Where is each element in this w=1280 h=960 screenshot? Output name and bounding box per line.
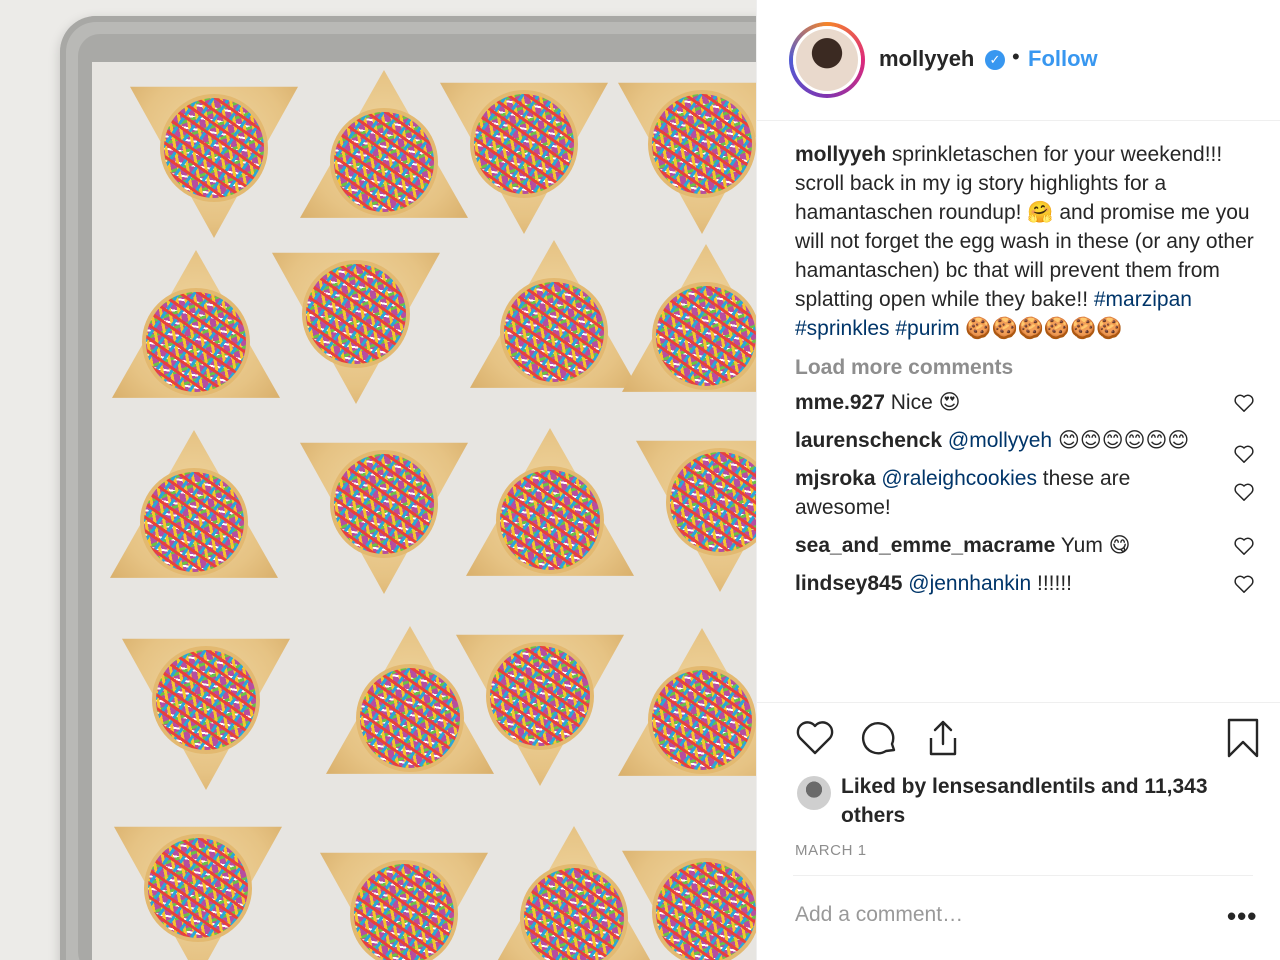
bookmark-icon[interactable] [1221, 716, 1265, 760]
comment-like-heart-icon[interactable] [1233, 574, 1255, 594]
post-author-username[interactable]: mollyyeh [879, 46, 974, 72]
caption-username[interactable]: mollyyeh [795, 143, 886, 166]
comment-username[interactable]: mjsroka [795, 467, 876, 490]
hamantaschen-cookie [618, 66, 756, 234]
post-date[interactable]: MARCH 1 [795, 842, 867, 859]
hamantaschen-cookie [122, 622, 290, 790]
verified-badge-icon: ✓ [985, 50, 1005, 70]
share-icon[interactable] [921, 716, 965, 760]
comment-row: laurenschenck @mollyyeh 😊😊😊😊😊😊 [795, 426, 1255, 463]
post-side-panel: mollyyeh ✓ • Follow mollyyeh sprinkletas… [756, 0, 1280, 960]
action-bar [793, 716, 1259, 764]
hamantaschen-cookie [618, 628, 756, 796]
post-header: mollyyeh ✓ • Follow [757, 0, 1280, 121]
comment-username[interactable]: lindsey845 [795, 572, 902, 595]
comment-row: mme.927 Nice 😍 [795, 388, 1255, 417]
follow-button[interactable]: Follow [1028, 46, 1098, 72]
comment-text: Nice 😍 [890, 391, 961, 414]
comment-like-heart-icon[interactable] [1233, 536, 1255, 556]
comment-mention[interactable]: @jennhankin [908, 572, 1031, 595]
post-photo[interactable] [0, 0, 756, 960]
comment-text: Yum 😋 [1060, 534, 1131, 557]
comment-username[interactable]: laurenschenck [795, 429, 942, 452]
hamantaschen-cookie [114, 810, 282, 960]
post-caption: mollyyeh sprinkletaschen for your weeken… [795, 140, 1255, 343]
liker-avatar[interactable] [797, 776, 831, 810]
hamantaschen-cookie [470, 240, 638, 408]
caption-emojis: 🍪🍪🍪🍪🍪🍪 [965, 317, 1123, 340]
add-comment-input[interactable]: Add a comment… [795, 903, 1175, 927]
comment-like-heart-icon[interactable] [1233, 444, 1255, 464]
comment-row: sea_and_emme_macrame Yum 😋 [795, 531, 1255, 560]
comment-text: !!!!!! [1037, 572, 1073, 595]
comment-input-divider [793, 875, 1253, 876]
comment-icon[interactable] [857, 716, 901, 760]
comment-like-heart-icon[interactable] [1233, 393, 1255, 413]
hamantaschen-cookie [110, 430, 278, 598]
hamantaschen-cookie [300, 426, 468, 594]
hamantaschen-cookie [112, 250, 280, 418]
hamantaschen-cookie [130, 70, 298, 238]
caption-text: sprinkletaschen for your weekend!!! scro… [795, 143, 1254, 311]
hamantaschen-cookie [272, 236, 440, 404]
comment-mention[interactable]: @raleighcookies [881, 467, 1037, 490]
comment-row: mjsroka @raleighcookies these are awesom… [795, 464, 1255, 522]
section-divider [757, 702, 1280, 703]
header-separator: • [1012, 44, 1020, 69]
comment-username[interactable]: sea_and_emme_macrame [795, 534, 1055, 557]
load-more-comments-button[interactable]: Load more comments [795, 353, 1255, 382]
hamantaschen-cookie [466, 428, 634, 596]
hamantaschen-cookie [320, 836, 488, 960]
comment-like-heart-icon[interactable] [1233, 482, 1255, 502]
hamantaschen-cookie [622, 244, 756, 412]
hamantaschen-cookie [622, 834, 756, 960]
comment-username[interactable]: mme.927 [795, 391, 885, 414]
hamantaschen-cookie [440, 66, 608, 234]
more-options-icon[interactable]: ••• [1227, 901, 1257, 932]
comment-row: lindsey845 @jennhankin !!!!!! [795, 569, 1255, 598]
heart-icon[interactable] [793, 716, 837, 760]
story-ring[interactable] [789, 22, 865, 98]
comment-text: 😊😊😊😊😊😊 [1057, 429, 1190, 452]
comment-mention[interactable]: @mollyyeh [948, 429, 1052, 452]
hamantaschen-cookie [636, 424, 756, 592]
likes-text[interactable]: Liked by lensesandlentils and 11,343 oth… [841, 772, 1241, 830]
hamantaschen-cookie [456, 618, 624, 786]
comments-list: mollyyeh sprinkletaschen for your weeken… [795, 140, 1255, 607]
avatar[interactable] [793, 26, 861, 94]
